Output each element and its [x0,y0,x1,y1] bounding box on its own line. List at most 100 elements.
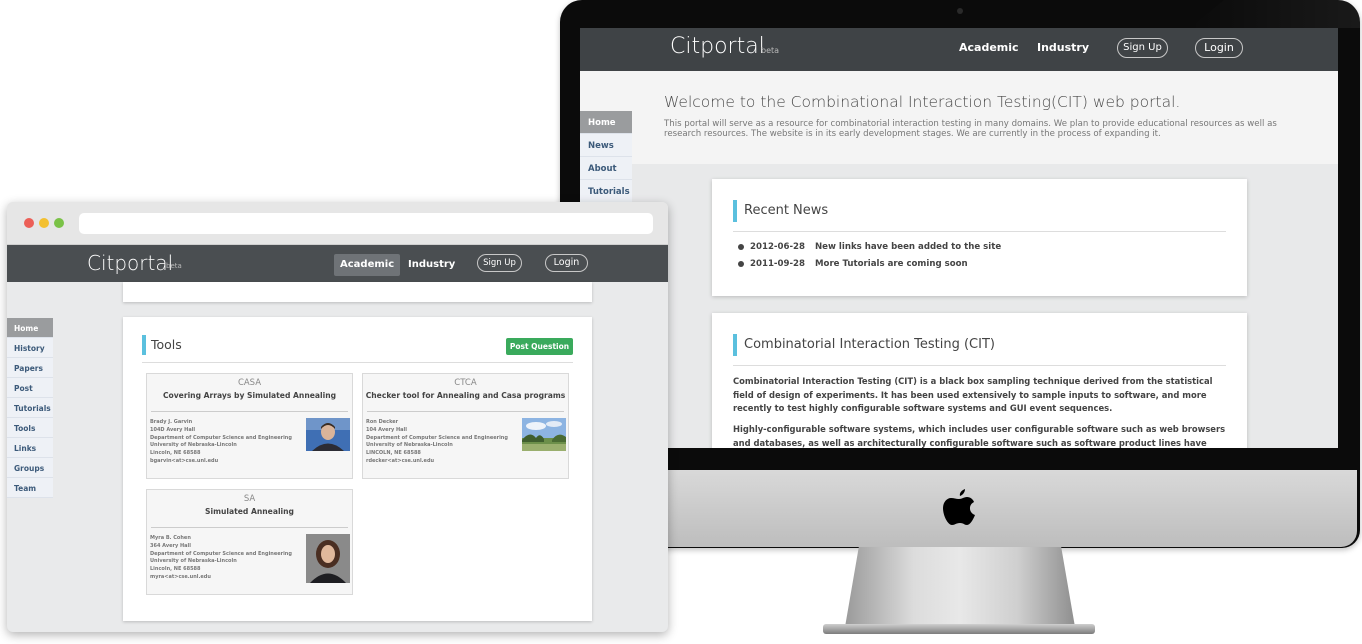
sidebar-item-home[interactable]: Home [7,318,53,338]
bullet-icon [738,260,744,267]
top-navbar: Citportal beta Academic Industry Sign Up… [580,28,1338,71]
divider [151,411,348,412]
imac-screen: Citportal beta Academic Industry Sign Up… [580,28,1338,448]
divider [151,527,348,528]
accent-bar [733,200,737,222]
sidebar-item-post[interactable]: Post [7,378,53,398]
tool-contact: Myra B. Cohen 364 Avery Hall Department … [150,535,292,582]
signup-button[interactable]: Sign Up [477,254,522,272]
sidebar-item-history[interactable]: History [7,338,53,358]
post-question-button[interactable]: Post Question [506,338,573,355]
tool-contact: Ron Decker 104 Avery Hall Department of … [366,419,508,466]
news-text: More Tutorials are coming soon [814,259,968,269]
tools-card: Tools Post Question CASA Covering Arrays… [123,317,592,621]
sidebar-item-about[interactable]: About [580,157,632,180]
cit-title: Combinatorial Interaction Testing (CIT) [744,337,995,352]
contact-line: Department of Computer Science and Engin… [150,550,292,557]
tool-card[interactable]: CASA Covering Arrays by Simulated Anneal… [146,373,353,479]
divider [733,231,1226,232]
signup-button[interactable]: Sign Up [1117,38,1168,58]
contact-line: 104 Avery Hall [366,426,407,433]
author-photo [306,418,350,451]
news-item[interactable]: 2011-09-28 More Tutorials are coming soon [738,259,968,269]
contact-line: 104D Avery Hall [150,426,196,433]
sidebar-item-tools[interactable]: Tools [7,418,53,438]
contact-name: Myra B. Cohen [150,535,191,541]
imac-stand-base [823,624,1095,634]
login-button[interactable]: Login [1195,38,1243,58]
contact-line: University of Nebraska-Lincoln [150,442,237,449]
contact-line: Department of Computer Science and Engin… [150,434,292,441]
nav-industry[interactable]: Industry [402,254,461,276]
contact-line: Lincoln, NE 68588 [150,450,201,457]
landscape-photo [522,418,566,451]
imac-camera [957,8,963,14]
accent-bar [733,334,737,356]
sidebar-item-home[interactable]: Home [580,111,632,134]
tool-card[interactable]: CTCA Checker tool for Annealing and Casa… [362,373,569,479]
tool-abbr: SA [243,494,256,504]
contact-email: rdecker<at>cse.unl.edu [366,457,435,464]
sidebar: Home History Papers Post Tutorials Tools… [7,318,53,498]
tool-contact: Brady J. Garvin 104D Avery Hall Departme… [150,419,292,466]
brand-logo[interactable]: Citportal [670,34,765,59]
brand-logo[interactable]: Citportal [87,251,173,275]
sidebar-item-tutorials[interactable]: Tutorials [580,180,632,203]
contact-email: myra<at>cse.unl.edu [150,573,211,580]
beta-label: beta [761,46,780,55]
hero-section: Welcome to the Combinational Interaction… [580,71,1338,164]
tool-name: Simulated Annealing [205,507,294,516]
news-date: 2011-09-28 [750,259,805,269]
contact-line: LINCOLN, NE 68588 [366,450,421,457]
close-window-icon[interactable] [24,218,34,228]
imac-stand [845,547,1075,627]
sidebar-item-team[interactable]: Team [7,478,53,498]
contact-line: Department of Computer Science and Engin… [366,434,508,441]
browser-window: Citportal beta Academic Industry Sign Up… [7,202,668,632]
sidebar-item-groups[interactable]: Groups [7,458,53,478]
contact-line: 364 Avery Hall [150,542,191,549]
tool-card[interactable]: SA Simulated Annealing Myra B. Cohen 364… [146,489,353,595]
nav-academic[interactable]: Academic [334,254,401,276]
contact-line: University of Nebraska-Lincoln [150,558,237,565]
contact-email: bgarvin<at>cse.unl.edu [150,457,219,464]
news-text: New links have been added to the site [814,242,1002,252]
hero-text: This portal will serve as a resource for… [664,119,1277,139]
news-item[interactable]: 2012-06-28 New links have been added to t… [738,242,1001,252]
previous-card [123,282,592,302]
cit-paragraph-1: Combinatorial Interaction Testing (CIT) … [733,376,1213,413]
contact-name: Brady J. Garvin [150,419,193,425]
accent-bar [142,335,146,355]
browser-chrome [7,202,668,245]
tool-name: Checker tool for Annealing and Casa prog… [365,391,566,400]
contact-line: University of Nebraska-Lincoln [366,442,453,449]
tool-abbr: CTCA [454,378,477,388]
sidebar: Home News About Tutorials [580,111,632,203]
cit-card: Combinatorial Interaction Testing (CIT) … [712,313,1247,448]
sidebar-item-links[interactable]: Links [7,438,53,458]
nav-academic[interactable]: Academic [959,41,1019,54]
bullet-icon [738,243,744,250]
news-date: 2012-06-28 [750,242,805,252]
divider [733,365,1226,366]
minimize-window-icon[interactable] [39,218,49,228]
cit-paragraph-2: Highly-configurable software systems, wh… [733,424,1226,448]
top-navbar: Citportal beta Academic Industry Sign Up… [7,245,668,282]
address-bar[interactable] [79,213,653,234]
divider [367,411,564,412]
maximize-window-icon[interactable] [54,218,64,228]
apple-logo-icon [943,489,975,525]
login-button[interactable]: Login [545,254,588,272]
sidebar-item-tutorials[interactable]: Tutorials [7,398,53,418]
nav-industry[interactable]: Industry [1037,41,1089,54]
tool-abbr: CASA [237,378,262,388]
recent-news-title: Recent News [744,203,829,218]
sidebar-item-papers[interactable]: Papers [7,358,53,378]
beta-label: beta [166,262,182,270]
tools-title: Tools [151,337,182,352]
contact-name: Ron Decker [366,419,399,425]
recent-news-card: Recent News 2012-06-28 New links have bee… [712,179,1247,296]
sidebar-item-news[interactable]: News [580,134,632,157]
author-photo [306,534,350,583]
tool-name: Covering Arrays by Simulated Annealing [162,391,337,400]
